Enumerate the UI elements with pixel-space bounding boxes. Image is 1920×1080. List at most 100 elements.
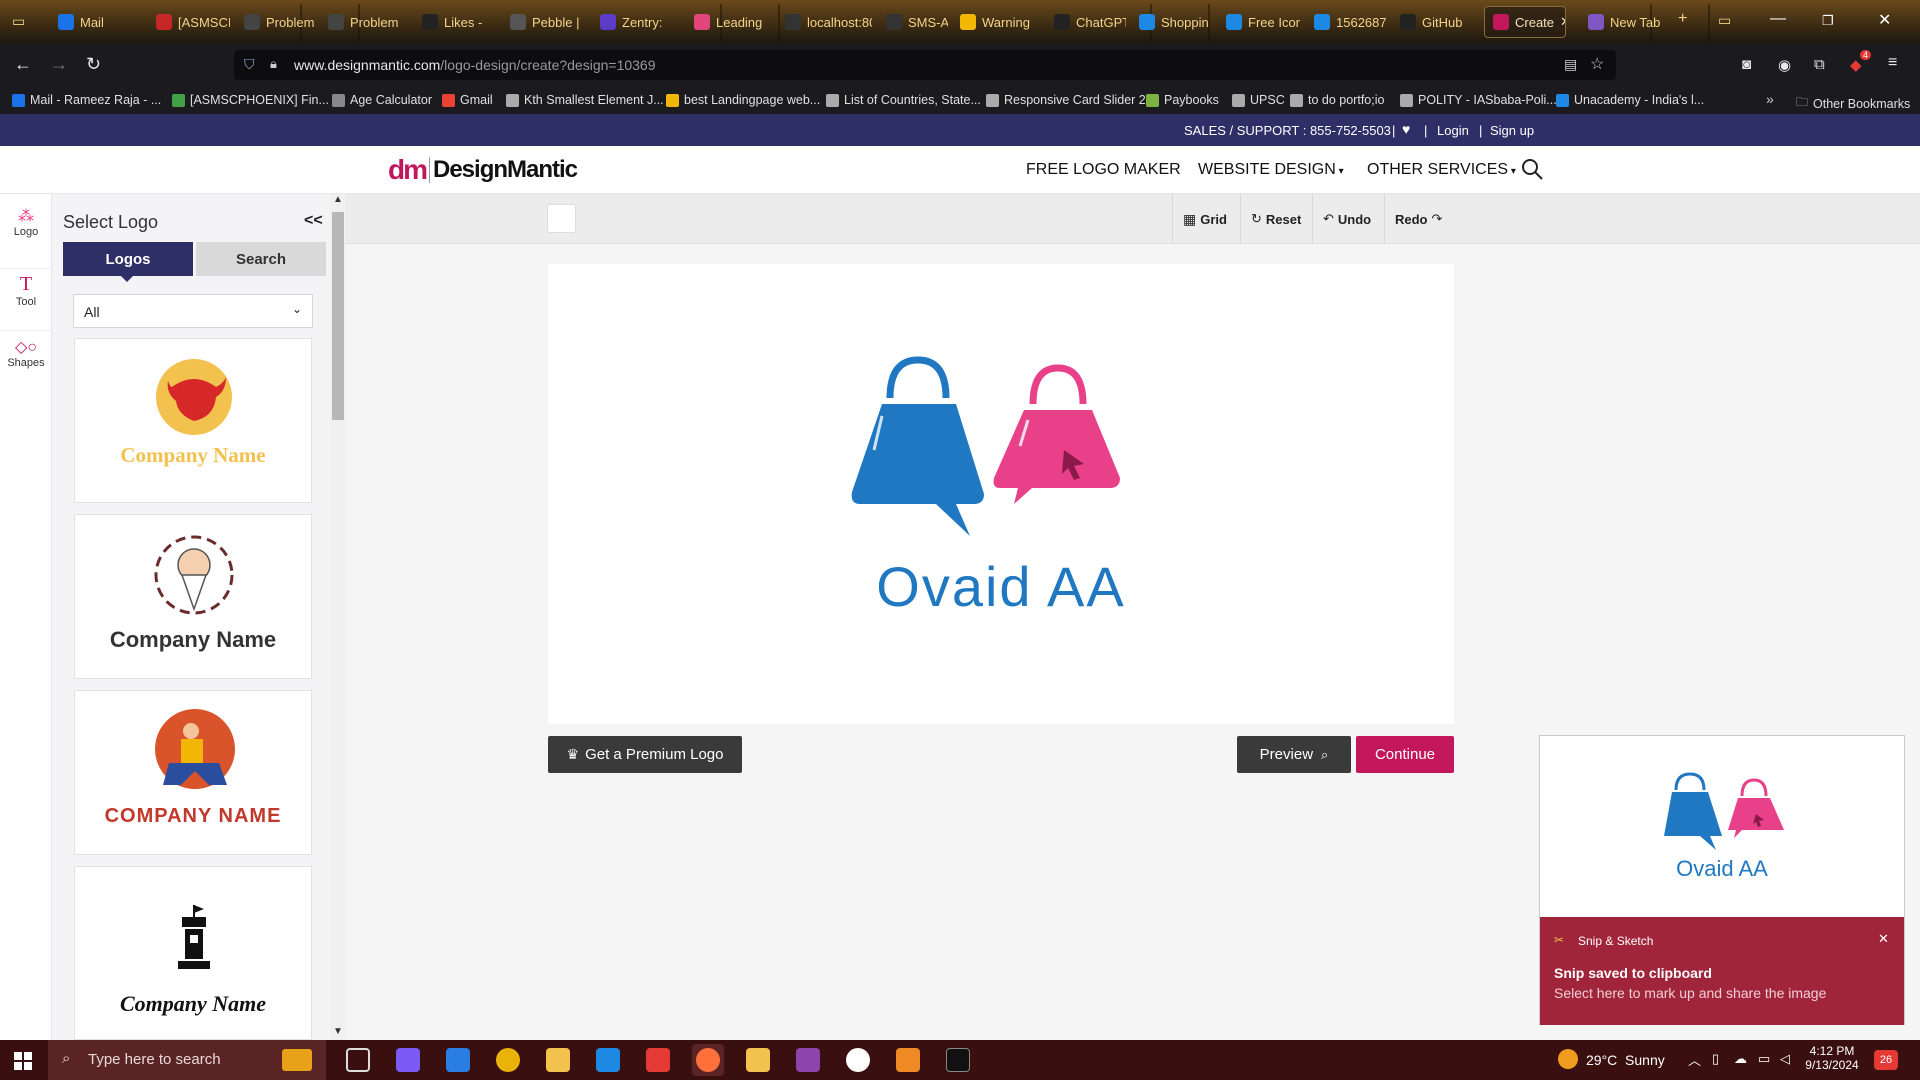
logo-card[interactable]: COMPANY NAME [74, 690, 312, 855]
logo-card[interactable]: Company Name [74, 866, 312, 1040]
taskbar-search[interactable]: ⌕ Type here to search [48, 1040, 326, 1080]
browser-tab[interactable]: Warning [952, 6, 1040, 38]
shield-icon[interactable]: ⛉ [244, 56, 255, 73]
logo-card[interactable]: Company Name [74, 338, 312, 503]
extensions-icon[interactable]: ⧉ [1814, 56, 1825, 73]
rail-tool[interactable]: T Tool [0, 268, 52, 308]
reset-button[interactable]: ↻ Reset [1240, 194, 1311, 244]
collapse-panel-button[interactable]: << [304, 212, 323, 230]
browser-tab[interactable]: ChatGPT [1046, 6, 1126, 38]
other-bookmarks[interactable]: 🗀 Other Bookmarks [1796, 93, 1910, 114]
scroll-up-icon[interactable]: ▲ [333, 194, 343, 205]
bookmark-item[interactable]: [ASMSCPHOENIX] Fin... [172, 93, 329, 107]
bookmark-item[interactable]: Unacademy - India's l... [1556, 93, 1704, 107]
taskbar-search-input[interactable]: Type here to search [88, 1051, 221, 1068]
toast-close-button[interactable]: ✕ [1878, 931, 1889, 947]
file-explorer-icon[interactable] [546, 1048, 570, 1072]
slack-icon[interactable] [846, 1048, 870, 1072]
minimize-button[interactable]: — [1770, 10, 1786, 28]
clock[interactable]: 4:12 PM 9/13/2024 [1802, 1044, 1862, 1072]
scrollbar-thumb[interactable] [332, 212, 344, 420]
logo-company-text[interactable]: Ovaid AA [548, 554, 1454, 619]
close-window-button[interactable]: ✕ [1878, 10, 1891, 30]
signup-link[interactable]: Sign up [1490, 123, 1534, 138]
visual-studio-icon[interactable] [796, 1048, 820, 1072]
rail-logo[interactable]: ⁂ Logo [0, 206, 52, 238]
tray-app-icon[interactable]: ▯ [1712, 1051, 1719, 1067]
task-view-icon[interactable] [346, 1048, 370, 1072]
login-link[interactable]: Login [1437, 123, 1469, 138]
pocket-icon[interactable]: ◙ [1742, 56, 1751, 73]
firefox-active-slot[interactable] [692, 1044, 724, 1076]
undo-button[interactable]: ↶ Undo [1312, 194, 1381, 244]
background-color-swatch[interactable] [547, 204, 576, 233]
redo-button[interactable]: Redo ↷ [1384, 194, 1452, 244]
sidebar-toggle-icon[interactable]: ▭ [12, 13, 25, 30]
menu-free-logo-maker[interactable]: FREE LOGO MAKER [1026, 161, 1181, 179]
browser-tab[interactable]: Free Icon [1218, 6, 1300, 38]
browser-tab[interactable]: SMS-AL [878, 6, 948, 38]
forward-icon[interactable]: → [50, 54, 68, 75]
browser-tab[interactable]: Create ✕ [1484, 6, 1566, 38]
folder-icon[interactable]: ▭ [1718, 12, 1731, 29]
lock-icon[interactable]: 🔒︎ [270, 56, 277, 72]
back-icon[interactable]: ← [14, 54, 32, 75]
browser-tab[interactable]: Problem [320, 6, 408, 38]
browser-tab[interactable]: GitHub [1392, 6, 1478, 38]
tab-logos[interactable]: Logos [63, 242, 193, 276]
continue-button[interactable]: Continue [1356, 736, 1454, 773]
bookmark-item[interactable]: Gmail [442, 93, 493, 107]
extension-icon[interactable]: ◆ [1850, 56, 1862, 74]
browser-tab[interactable]: New Tab [1580, 6, 1666, 38]
get-premium-logo-button[interactable]: ♛ Get a Premium Logo [548, 736, 742, 773]
menu-website-design[interactable]: WEBSITE DESIGN ▾ [1198, 161, 1344, 179]
windows-start-icon[interactable] [14, 1052, 32, 1070]
menu-icon[interactable]: ≡ [1888, 54, 1897, 72]
rail-shapes[interactable]: ◇○ Shapes [0, 330, 52, 369]
browser-tab[interactable]: Likes - [414, 6, 496, 38]
search-highlight-icon[interactable] [282, 1049, 312, 1071]
url-text[interactable]: www.designmantic.com/logo-design/create?… [294, 57, 656, 73]
bookmark-item[interactable]: Age Calculator [332, 93, 432, 107]
heart-icon[interactable]: ♥ [1402, 121, 1410, 137]
chrome-icon[interactable] [496, 1048, 520, 1072]
bookmark-item[interactable]: Mail - Rameez Raja - ... [12, 93, 161, 107]
notification-badge[interactable]: 26 [1874, 1050, 1898, 1070]
new-tab-button[interactable]: + [1678, 10, 1687, 28]
bookmark-item[interactable]: POLITY - IASbaba-Poli... [1400, 93, 1557, 107]
browser-tab[interactable]: Leading [686, 6, 772, 38]
chevron-more-icon[interactable]: » [1766, 91, 1774, 107]
restore-button[interactable]: ❐ [1822, 13, 1834, 29]
network-icon[interactable]: ▭ [1758, 1051, 1770, 1067]
address-bar[interactable]: ⛉ 🔒︎ www.designmantic.com/logo-design/cr… [234, 50, 1616, 80]
bookmark-item[interactable]: to do portfo;io [1290, 93, 1384, 107]
browser-tab[interactable]: Shoppin [1131, 6, 1213, 38]
account-icon[interactable]: ◉ [1778, 56, 1791, 74]
search-icon[interactable] [1521, 158, 1545, 182]
volume-icon[interactable]: ◁ [1780, 1051, 1790, 1067]
browser-tab[interactable]: 1562687 [1306, 6, 1386, 38]
browser-tab[interactable]: localhost:80 [777, 6, 872, 38]
close-tab-icon[interactable]: ✕ [1560, 14, 1565, 30]
preview-button[interactable]: Preview ⌕ [1237, 736, 1351, 773]
grid-button[interactable]: ▦ Grid [1172, 194, 1237, 244]
tray-chevron-icon[interactable]: ︿ [1688, 1050, 1701, 1069]
browser-tab[interactable]: Pebble | [502, 6, 586, 38]
browser-tab[interactable]: Mail [50, 6, 140, 38]
snip-icon[interactable] [746, 1048, 770, 1072]
copilot-icon[interactable] [396, 1048, 420, 1072]
reload-icon[interactable]: ↻ [86, 54, 101, 75]
browser-tab[interactable]: Zentry: [592, 6, 680, 38]
app-icon[interactable] [646, 1048, 670, 1072]
weather-text[interactable]: 29°C Sunny [1586, 1052, 1665, 1068]
xampp-icon[interactable] [896, 1048, 920, 1072]
weather-sun-icon[interactable] [1558, 1049, 1578, 1069]
logo-card[interactable]: Company Name [74, 514, 312, 679]
bookmark-star-icon[interactable]: ☆ [1590, 54, 1604, 74]
bookmark-item[interactable]: List of Countries, State... [826, 93, 981, 107]
panel-scrollbar[interactable]: ▲ ▼ [330, 194, 346, 1040]
logo-canvas[interactable]: Ovaid AA [548, 264, 1454, 724]
bookmark-item[interactable]: Responsive Card Slider 2 [986, 93, 1146, 107]
browser-tab[interactable]: Problem [236, 6, 316, 38]
brand-logo[interactable]: dm DesignMantic [388, 154, 578, 186]
